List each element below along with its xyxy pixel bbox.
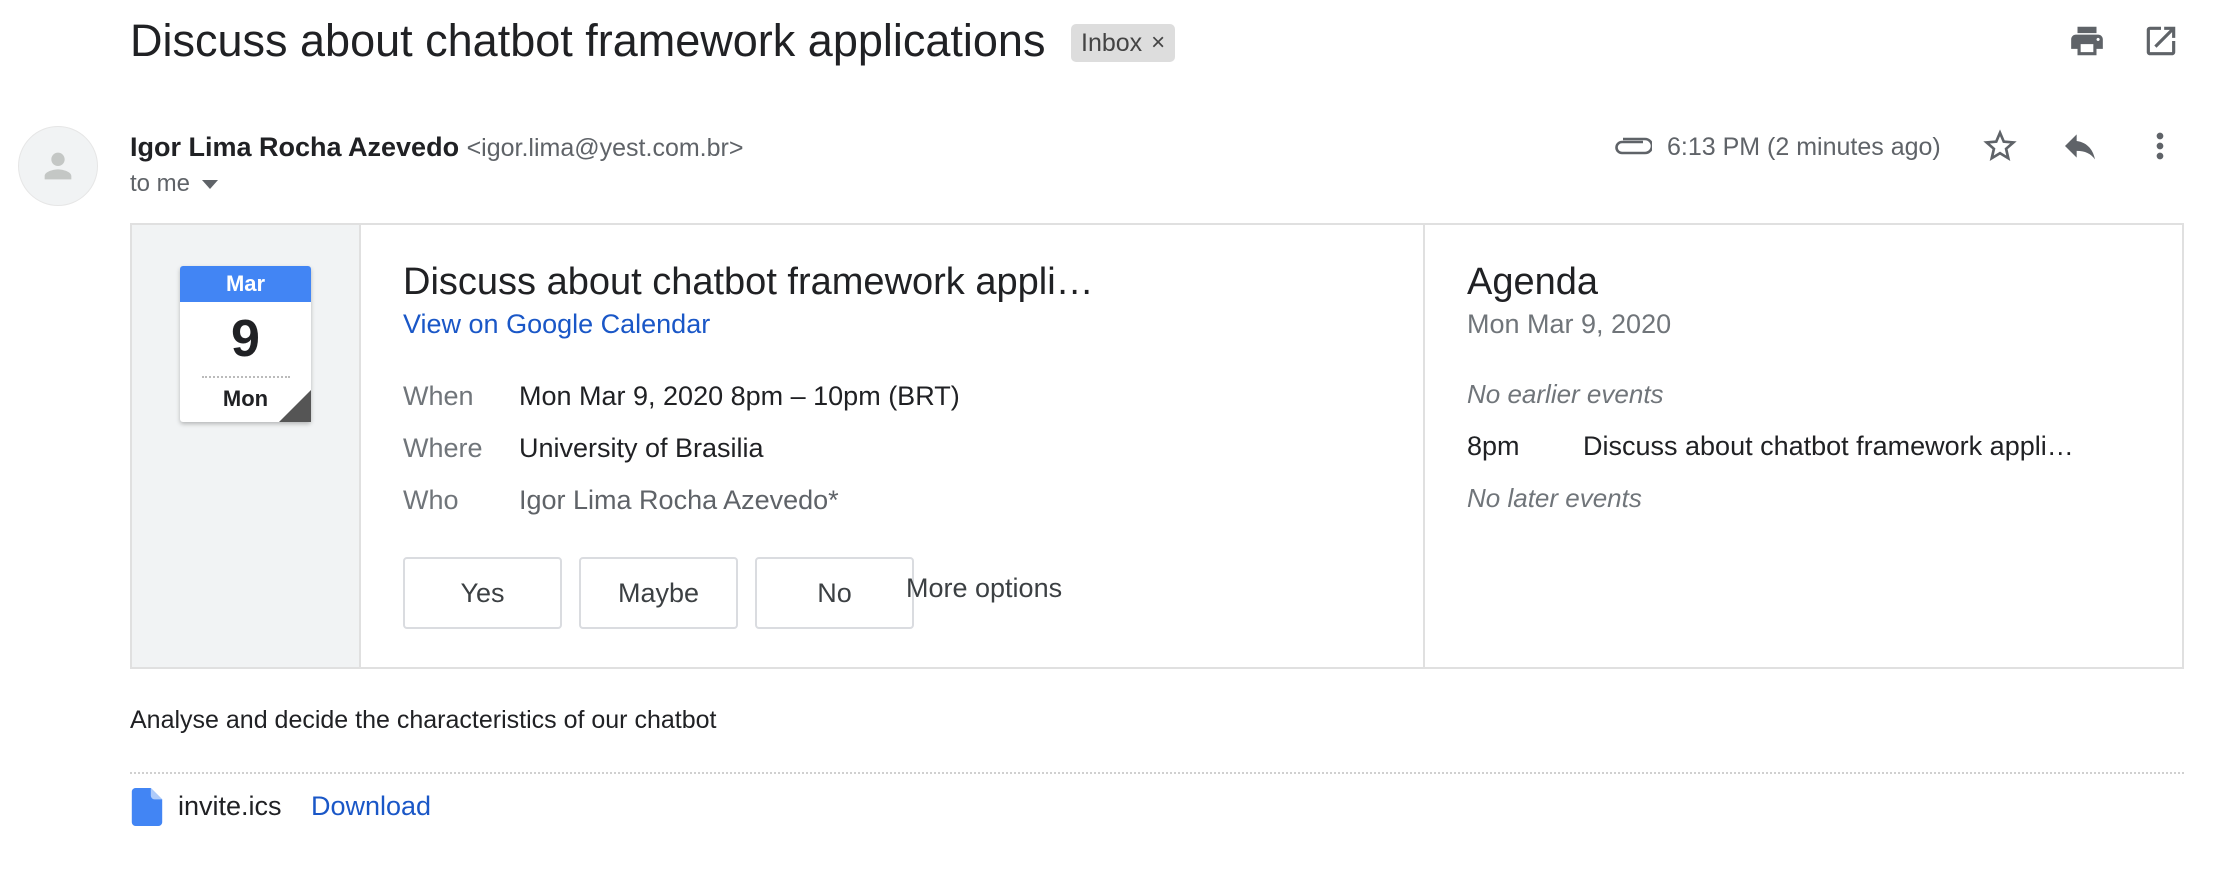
- attachment-divider: [130, 772, 2184, 774]
- reply-icon[interactable]: [2060, 126, 2100, 166]
- download-link[interactable]: Download: [311, 791, 431, 822]
- calendar-month: Mar: [180, 266, 311, 302]
- sender-email: <igor.lima@yest.com.br>: [466, 134, 744, 162]
- recipient-text: to me: [130, 170, 191, 197]
- agenda-panel: Agenda Mon Mar 9, 2020 No earlier events…: [1425, 225, 2182, 667]
- calendar-icon-panel: Mar 9 Mon: [132, 225, 361, 667]
- who-label: Who: [403, 485, 459, 515]
- rsvp-no-button[interactable]: No: [755, 557, 914, 629]
- star-icon[interactable]: [1980, 126, 2020, 166]
- rsvp-yes-button[interactable]: Yes: [403, 557, 562, 629]
- agenda-date: Mon Mar 9, 2020: [1467, 309, 1672, 339]
- calendar-invite-card: Mar 9 Mon Discuss about chatbot framewor…: [130, 223, 2184, 669]
- page-curl-icon: [279, 390, 311, 422]
- rsvp-maybe-button[interactable]: Maybe: [579, 557, 738, 629]
- sender-line: Igor Lima Rocha Azevedo <igor.lima@yest.…: [130, 130, 743, 165]
- calendar-day: 9: [231, 310, 260, 368]
- where-value: University of Brasilia: [519, 433, 764, 463]
- inbox-label-chip[interactable]: Inbox ×: [1071, 24, 1176, 62]
- attachment-icon: [1612, 131, 1652, 161]
- agenda-title: Agenda: [1467, 261, 1599, 303]
- calendar-date-icon: Mar 9 Mon: [180, 266, 311, 422]
- print-icon[interactable]: [2068, 22, 2106, 60]
- agenda-event-title: Discuss about chatbot framework appli…: [1583, 431, 2074, 461]
- email-subject: Discuss about chatbot framework applicat…: [130, 15, 1046, 66]
- when-label: When: [403, 381, 474, 411]
- calendar-divider: [202, 376, 290, 378]
- when-value: Mon Mar 9, 2020 8pm – 10pm (BRT): [519, 381, 960, 411]
- avatar[interactable]: [18, 126, 98, 206]
- event-details-panel: Discuss about chatbot framework appli… V…: [361, 225, 1425, 667]
- view-on-calendar-link[interactable]: View on Google Calendar: [403, 309, 710, 340]
- who-value: Igor Lima Rocha Azevedo*: [519, 485, 839, 515]
- chevron-down-icon: [202, 179, 219, 189]
- open-in-new-icon[interactable]: [2142, 22, 2180, 60]
- no-earlier-events: No earlier events: [1467, 379, 1664, 409]
- person-icon: [38, 146, 78, 186]
- where-label: Where: [403, 433, 483, 463]
- label-text: Inbox: [1081, 28, 1143, 57]
- no-later-events: No later events: [1467, 483, 1642, 513]
- remove-label-icon[interactable]: ×: [1151, 29, 1165, 57]
- attachment-filename: invite.ics: [178, 791, 282, 821]
- email-timestamp: 6:13 PM (2 minutes ago): [1667, 133, 1941, 161]
- sender-name[interactable]: Igor Lima Rocha Azevedo: [130, 132, 459, 162]
- email-body: Analyse and decide the characteristics o…: [130, 706, 717, 734]
- file-icon: [131, 788, 163, 826]
- more-vert-icon[interactable]: [2140, 126, 2180, 166]
- more-options-button[interactable]: More options: [906, 573, 1062, 604]
- recipient-dropdown[interactable]: to me: [130, 170, 219, 198]
- event-title: Discuss about chatbot framework appli…: [403, 261, 1094, 303]
- agenda-event-time: 8pm: [1467, 431, 1520, 461]
